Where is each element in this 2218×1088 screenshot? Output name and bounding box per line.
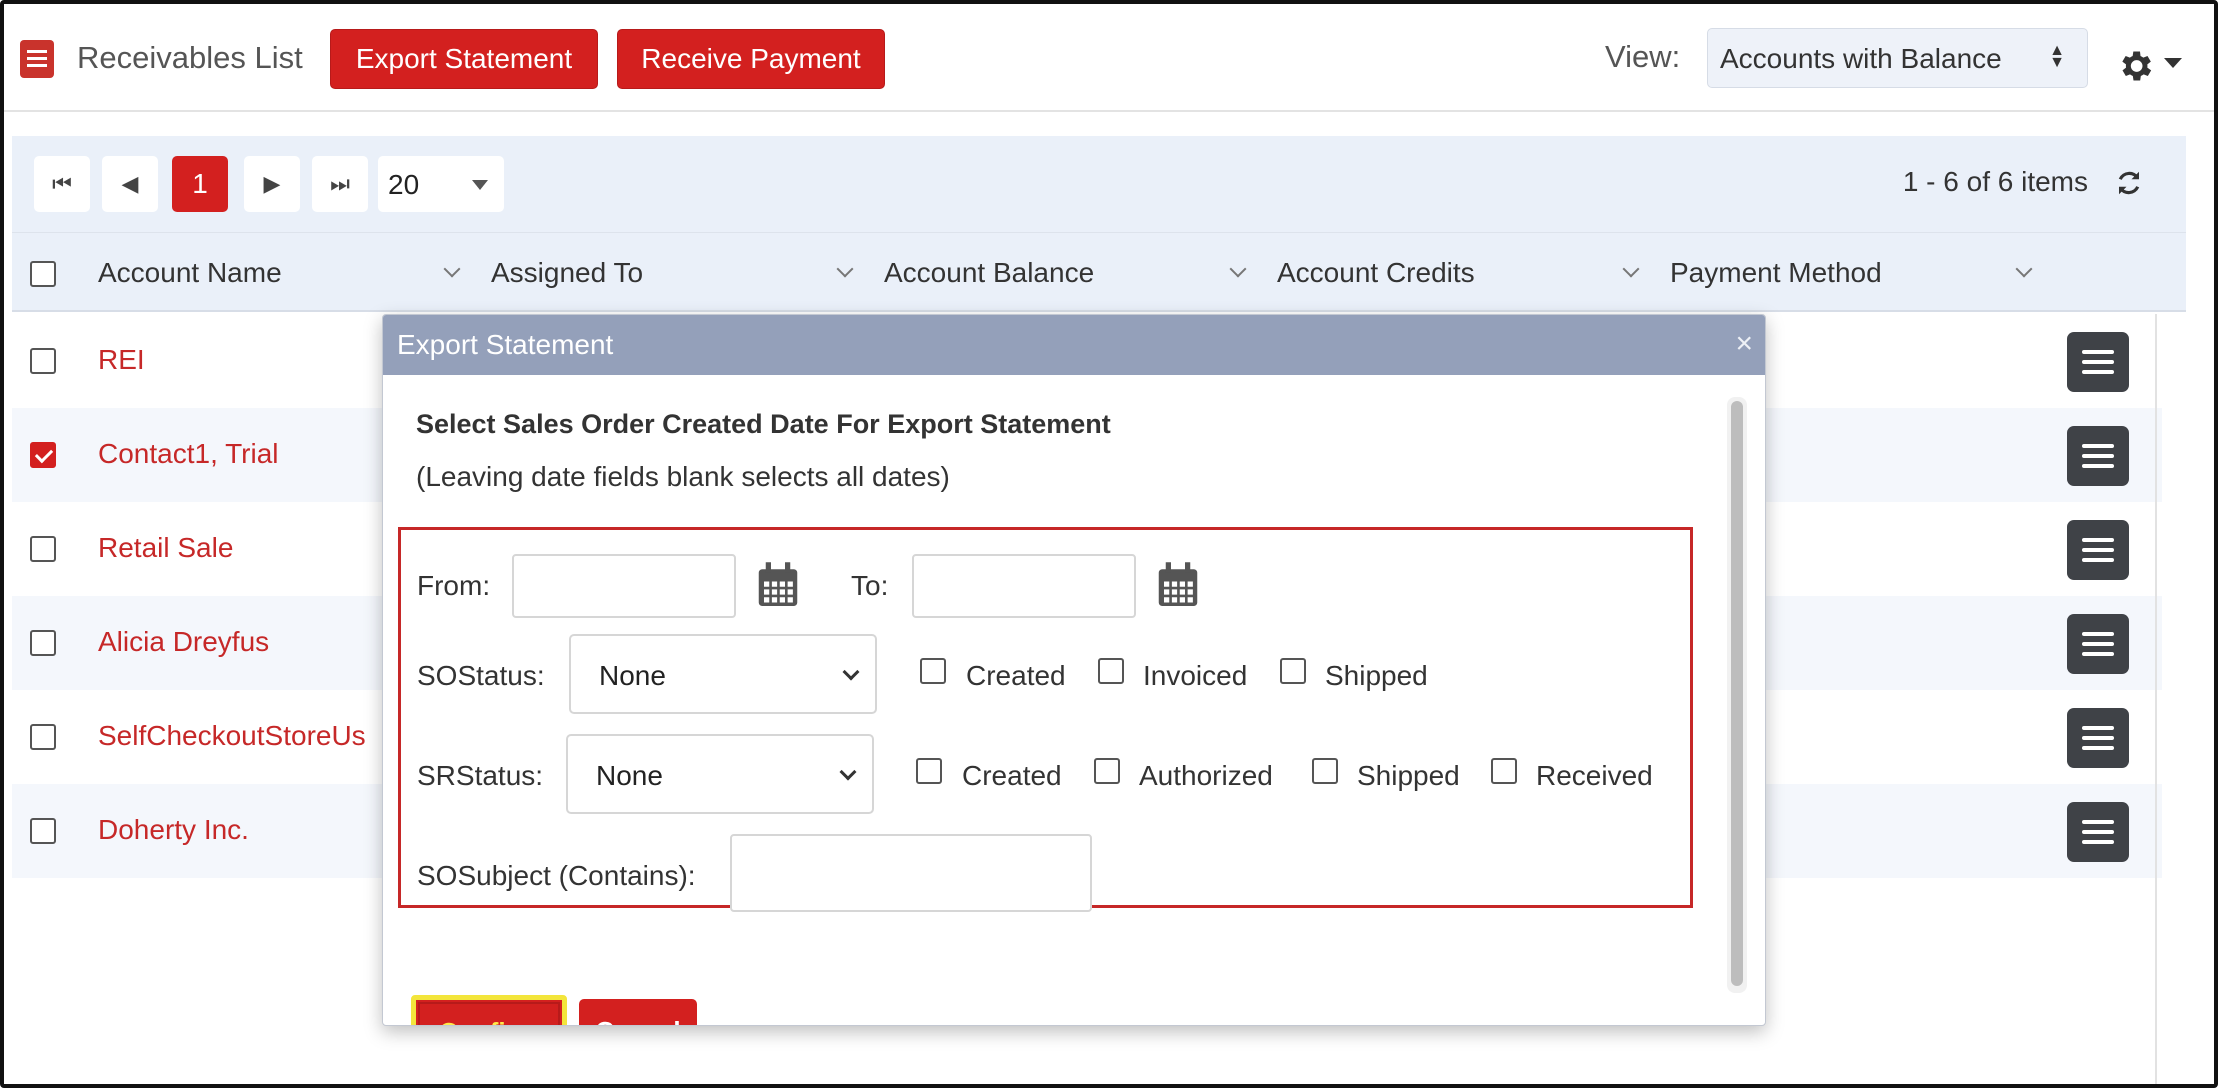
dialog-titlebar[interactable]: Export Statement × [383, 315, 1765, 375]
view-label: View: [1605, 39, 1681, 74]
so-invoiced-checkbox[interactable] [1098, 658, 1124, 684]
chevron-down-icon [839, 763, 857, 781]
account-name-link[interactable]: Doherty Inc. [98, 814, 249, 846]
column-payment-method[interactable]: Payment Method [1670, 257, 1882, 289]
column-account-credits[interactable]: Account Credits [1277, 257, 1475, 289]
so-shipped-checkbox[interactable] [1280, 658, 1306, 684]
current-page-button[interactable]: 1 [172, 156, 228, 212]
account-name-link[interactable]: Alicia Dreyfus [98, 626, 269, 658]
sr-created-checkbox[interactable] [916, 758, 942, 784]
so-status-value: None [599, 660, 666, 691]
sr-created-label: Created [962, 760, 1062, 791]
row-checkbox[interactable] [30, 442, 56, 468]
account-name-link[interactable]: Retail Sale [98, 532, 233, 564]
row-menu-icon[interactable] [2067, 332, 2129, 392]
page-size-value: 20 [388, 169, 420, 200]
refresh-icon[interactable] [2114, 168, 2144, 198]
next-page-icon[interactable]: ▶ [244, 156, 300, 212]
sr-status-value: None [596, 760, 663, 791]
row-menu-icon[interactable] [2067, 802, 2129, 862]
updown-arrows-icon: ▲ ▼ [2049, 42, 2065, 71]
sr-shipped-label: Shipped [1357, 760, 1460, 791]
row-checkbox[interactable] [30, 818, 56, 844]
from-date-input[interactable] [512, 554, 736, 618]
to-label: To: [851, 570, 889, 601]
chevron-down-icon[interactable] [1622, 260, 1640, 278]
sr-status-label: SRStatus: [417, 760, 544, 791]
select-all-checkbox[interactable] [30, 261, 56, 287]
account-name-link[interactable]: Contact1, Trial [98, 438, 279, 470]
so-subject-label: SOSubject (Contains): [417, 860, 696, 891]
pager-info: 1 - 6 of 6 items [1902, 166, 2088, 197]
account-name-link[interactable]: REI [98, 344, 145, 376]
sr-received-label: Received [1536, 760, 1653, 791]
to-date-input[interactable] [912, 554, 1136, 618]
row-menu-icon[interactable] [2067, 614, 2129, 674]
receive-payment-button[interactable]: Receive Payment [617, 29, 885, 89]
grid-scroll-divider [2155, 314, 2157, 1088]
first-page-icon[interactable]: ⏮ [34, 156, 90, 212]
scrollbar-thumb[interactable] [1731, 401, 1743, 986]
chevron-down-icon[interactable] [443, 260, 461, 278]
confirm-button[interactable]: Confirm [411, 995, 567, 1025]
view-select[interactable]: Accounts with Balance ▲ ▼ [1707, 28, 2088, 88]
sr-status-select[interactable]: None [566, 734, 874, 814]
row-checkbox[interactable] [30, 348, 56, 374]
row-menu-icon[interactable] [2067, 520, 2129, 580]
row-checkbox[interactable] [30, 536, 56, 562]
dialog-scrollbar[interactable] [1727, 397, 1747, 993]
export-statement-button[interactable]: Export Statement [330, 29, 598, 89]
sr-shipped-checkbox[interactable] [1312, 758, 1338, 784]
account-name-link[interactable]: SelfCheckoutStoreUs [98, 720, 366, 752]
sr-received-checkbox[interactable] [1491, 758, 1517, 784]
cancel-button[interactable]: Cancel [579, 999, 697, 1025]
chevron-down-icon[interactable] [1229, 260, 1247, 278]
column-account-name[interactable]: Account Name [98, 257, 282, 289]
last-page-icon[interactable]: ⏭ [312, 156, 368, 212]
grid-pager: ⏮ ◀ 1 ▶ ⏭ 20 1 - 6 of 6 items [12, 136, 2186, 232]
sr-authorized-label: Authorized [1139, 760, 1273, 791]
gear-icon[interactable] [2115, 46, 2155, 86]
so-shipped-label: Shipped [1325, 660, 1428, 691]
column-assigned-to[interactable]: Assigned To [491, 257, 643, 289]
row-checkbox[interactable] [30, 724, 56, 750]
chevron-down-icon [842, 663, 860, 681]
dialog-title: Export Statement [397, 329, 614, 360]
so-created-label: Created [966, 660, 1066, 691]
so-status-label: SOStatus: [417, 660, 545, 691]
view-select-value: Accounts with Balance [1720, 43, 2002, 74]
grid-header: Account Name Assigned To Account Balance… [12, 232, 2186, 312]
receivables-book-icon [20, 40, 54, 78]
chevron-down-icon[interactable] [836, 260, 854, 278]
page-size-select[interactable]: 20 [378, 156, 504, 212]
so-created-checkbox[interactable] [920, 658, 946, 684]
so-status-select[interactable]: None [569, 634, 877, 714]
dialog-subheading: (Leaving date fields blank selects all d… [416, 461, 950, 492]
page-title: Receivables List [77, 40, 303, 75]
export-statement-dialog: Export Statement × Select Sales Order Cr… [382, 314, 1766, 1026]
calendar-icon[interactable] [757, 562, 799, 608]
filter-section: From: To: SOStatus: None Created Invoice… [398, 527, 1693, 912]
calendar-icon[interactable] [1157, 562, 1199, 608]
so-subject-input[interactable] [730, 834, 1092, 912]
sr-authorized-checkbox[interactable] [1094, 758, 1120, 784]
prev-page-icon[interactable]: ◀ [102, 156, 158, 212]
top-toolbar: Receivables List Export Statement Receiv… [0, 0, 2218, 112]
from-label: From: [417, 570, 491, 601]
column-account-balance[interactable]: Account Balance [884, 257, 1094, 289]
row-checkbox[interactable] [30, 630, 56, 656]
so-invoiced-label: Invoiced [1143, 660, 1248, 691]
close-icon[interactable]: × [1735, 327, 1753, 361]
dialog-body: Select Sales Order Created Date For Expo… [383, 375, 1765, 1025]
caret-down-icon [472, 180, 488, 190]
dialog-heading: Select Sales Order Created Date For Expo… [416, 409, 1111, 439]
row-menu-icon[interactable] [2067, 426, 2129, 486]
chevron-down-icon[interactable] [2164, 58, 2182, 68]
chevron-down-icon[interactable] [2015, 260, 2033, 278]
row-menu-icon[interactable] [2067, 708, 2129, 768]
